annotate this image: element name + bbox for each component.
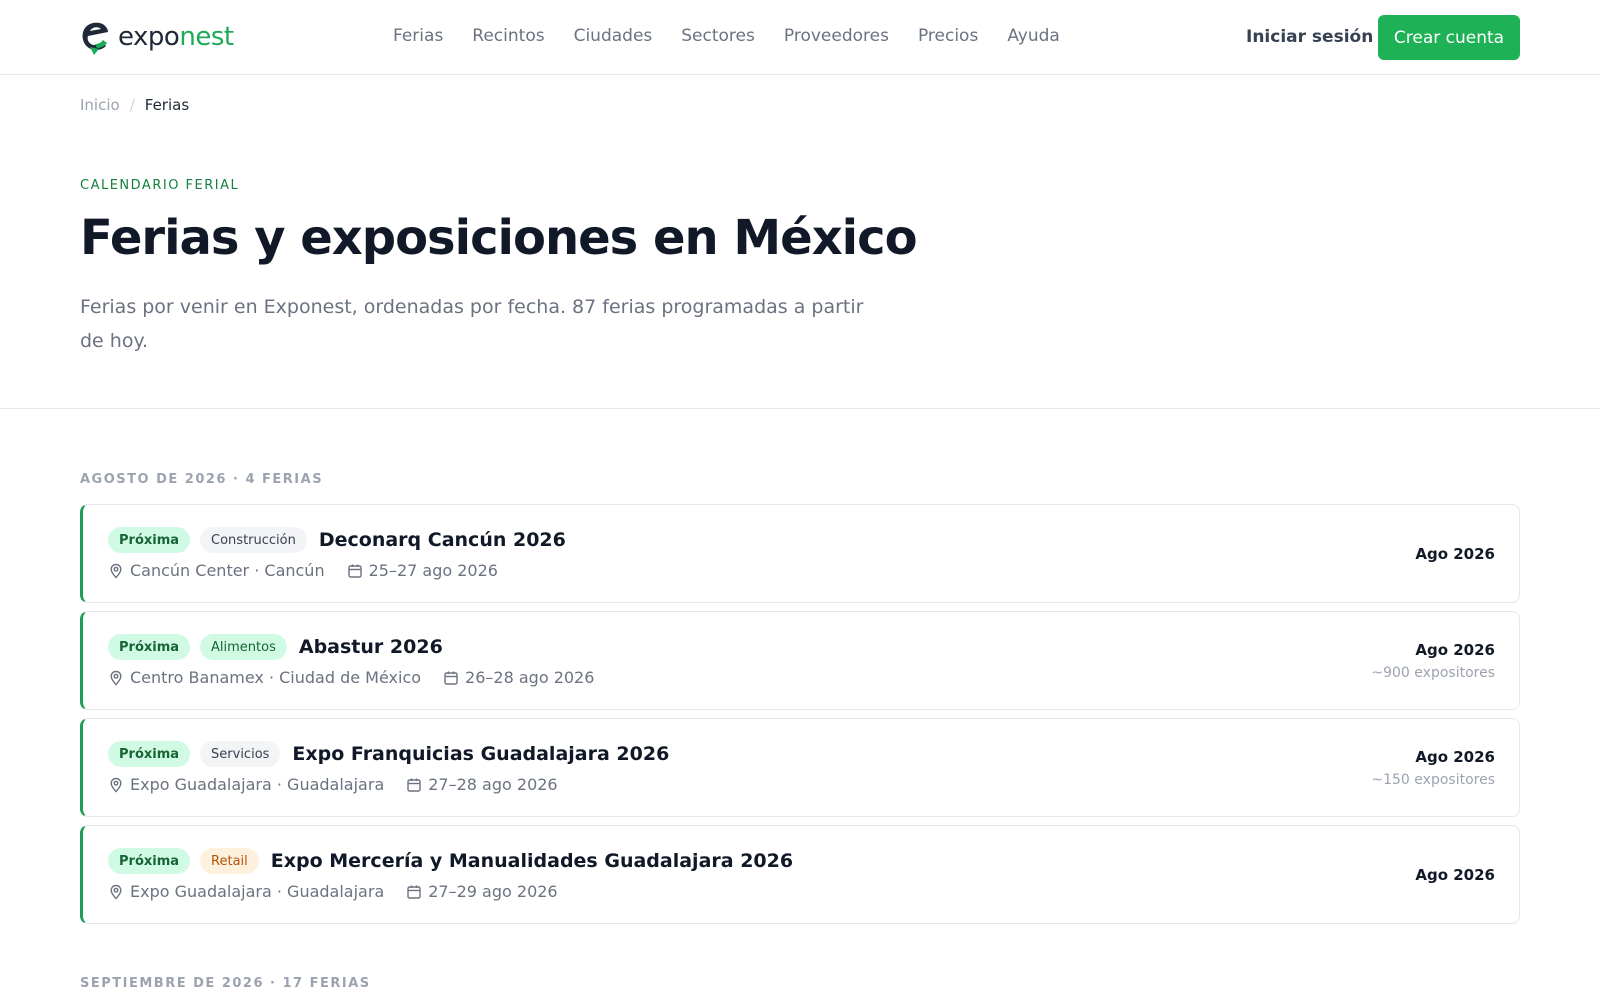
calendar-icon	[347, 564, 362, 578]
event-exhibitors: ~900 expositores	[1371, 664, 1495, 681]
event-list-agosto: Próxima Construcción Deconarq Cancún 202…	[80, 504, 1520, 932]
event-location: Expo Guadalajara · Guadalajara	[130, 882, 385, 901]
event-card-header: Próxima Construcción Deconarq Cancún 202…	[108, 527, 566, 553]
breadcrumb-current: Ferias	[144, 96, 190, 114]
calendar-icon	[407, 885, 421, 899]
status-badge: Próxima	[108, 741, 191, 767]
event-card-side: Ago 2026 ~150 expositores	[1371, 719, 1495, 816]
calendar-icon	[444, 671, 458, 685]
nav-precios[interactable]: Precios	[918, 26, 978, 46]
event-dates: 27–29 ago 2026	[428, 882, 558, 901]
event-card-header: Próxima Retail Expo Mercería y Manualida…	[108, 848, 793, 874]
event-dates: 26–28 ago 2026	[465, 668, 595, 687]
sector-badge: Alimentos	[200, 634, 287, 660]
event-month: Ago 2026	[1415, 544, 1495, 563]
page-title: Ferias y exposiciones en México	[80, 210, 918, 266]
event-card-side: Ago 2026	[1415, 826, 1495, 923]
map-pin-icon	[110, 777, 122, 793]
event-month: Ago 2026	[1415, 865, 1495, 884]
nav-proveedores[interactable]: Proveedores	[784, 26, 889, 46]
sector-badge: Servicios	[200, 741, 281, 767]
event-card[interactable]: Próxima Servicios Expo Franquicias Guada…	[80, 718, 1520, 817]
map-pin-icon	[110, 670, 122, 686]
event-month: Ago 2026	[1415, 747, 1495, 766]
logo-wordmark: exponest	[118, 22, 234, 52]
event-card-header: Próxima Alimentos Abastur 2026	[108, 634, 443, 660]
event-meta: Expo Guadalajara · Guadalajara 27–29 ago…	[108, 882, 558, 901]
map-pin-icon	[110, 563, 122, 579]
event-dates: 27–28 ago 2026	[428, 775, 558, 794]
login-link[interactable]: Iniciar sesión	[1246, 27, 1373, 47]
section-heading-agosto: AGOSTO DE 2026 · 4 FERIAS	[80, 472, 324, 487]
hero-divider	[0, 408, 1600, 409]
event-title-link[interactable]: Deconarq Cancún 2026	[319, 529, 566, 551]
event-meta: Cancún Center · Cancún 25–27 ago 2026	[108, 561, 498, 580]
event-card[interactable]: Próxima Alimentos Abastur 2026 Centro Ba…	[80, 611, 1520, 710]
status-badge: Próxima	[108, 634, 191, 660]
calendar-icon	[407, 778, 421, 792]
sector-badge: Retail	[200, 848, 259, 874]
event-location: Expo Guadalajara · Guadalajara	[130, 775, 385, 794]
event-title-link[interactable]: Expo Mercería y Manualidades Guadalajara…	[271, 850, 793, 872]
section-heading-septiembre: SEPTIEMBRE DE 2026 · 17 FERIAS	[80, 976, 371, 991]
nav-recintos[interactable]: Recintos	[472, 26, 544, 46]
event-meta: Centro Banamex · Ciudad de México 26–28 …	[108, 668, 594, 687]
nav-sectores[interactable]: Sectores	[681, 26, 755, 46]
exponest-logo-icon	[82, 22, 108, 55]
top-navbar: exponest Ferias Recintos Ciudades Sector…	[0, 0, 1600, 75]
breadcrumb-home-link[interactable]: Inicio	[80, 96, 120, 114]
nav-ayuda[interactable]: Ayuda	[1007, 26, 1060, 46]
event-card-side: Ago 2026 ~900 expositores	[1371, 612, 1495, 709]
event-meta: Expo Guadalajara · Guadalajara 27–28 ago…	[108, 775, 558, 794]
event-month: Ago 2026	[1415, 640, 1495, 659]
event-location: Cancún Center · Cancún	[130, 561, 325, 580]
brand-logo[interactable]: exponest	[80, 19, 234, 55]
signup-button[interactable]: Crear cuenta	[1378, 15, 1520, 60]
main-nav: Ferias Recintos Ciudades Sectores Provee…	[393, 26, 1089, 46]
page-subtitle: Ferias por venir en Exponest, ordenadas …	[80, 296, 864, 352]
event-dates: 25–27 ago 2026	[368, 561, 498, 580]
event-card[interactable]: Próxima Retail Expo Mercería y Manualida…	[80, 825, 1520, 924]
event-exhibitors: ~150 expositores	[1371, 771, 1495, 788]
status-badge: Próxima	[108, 527, 191, 553]
breadcrumb-separator: /	[129, 96, 135, 114]
event-card[interactable]: Próxima Construcción Deconarq Cancún 202…	[80, 504, 1520, 603]
event-card-side: Ago 2026	[1415, 505, 1495, 602]
map-pin-icon	[110, 884, 122, 900]
nav-ferias[interactable]: Ferias	[393, 26, 443, 46]
status-badge: Próxima	[108, 848, 191, 874]
event-title-link[interactable]: Abastur 2026	[299, 636, 443, 658]
nav-ciudades[interactable]: Ciudades	[574, 26, 653, 46]
event-card-header: Próxima Servicios Expo Franquicias Guada…	[108, 741, 669, 767]
page-eyebrow: CALENDARIO FERIAL	[80, 178, 240, 193]
event-title-link[interactable]: Expo Franquicias Guadalajara 2026	[292, 743, 669, 765]
sector-badge: Construcción	[200, 527, 307, 553]
breadcrumb: Inicio / Ferias	[80, 96, 189, 114]
event-location: Centro Banamex · Ciudad de México	[130, 668, 422, 687]
